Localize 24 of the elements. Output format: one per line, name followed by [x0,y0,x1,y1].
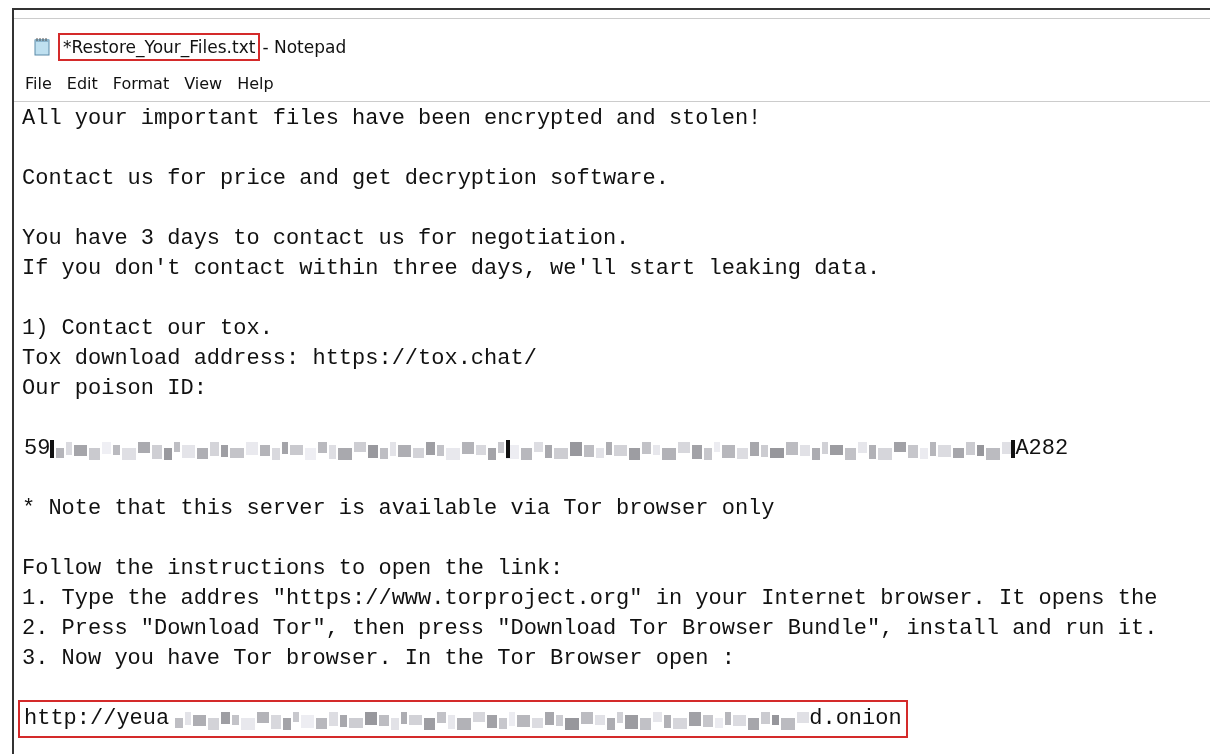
text-fragment: d.onion [809,705,902,733]
text-line: Tox download address: https://tox.chat/ [22,345,538,373]
window-title: - Notepad [262,36,347,57]
notepad-icon [32,36,52,57]
file-name: *Restore_Your_Files.txt [58,32,261,61]
menu-item[interactable]: File [24,74,53,93]
text-line: If you don't contact within three days, we'll start leaking data. [22,255,882,283]
menu-item[interactable]: View [183,74,224,93]
menu-item[interactable]: Edit [65,74,99,93]
text-line: * Note that this server is available via Tor browser only [22,495,776,523]
text-line: 3. Now you have Tor browser. In the Tor Browser open : [22,645,736,673]
text-line: All your important files have been encrypted and stolen! [22,105,763,133]
text-fragment: A282 [1015,435,1069,463]
text-fragment: http://yeua [24,705,170,733]
text-line: 2. Press "Download Tor", then press "Download Tor Browser Bundle", install and run it. [22,615,1159,643]
text-line: Follow the instructions to open the link: [22,555,565,583]
text-line: 1) Contact our tox. [22,315,274,343]
menu-item[interactable]: Help [236,74,275,93]
text-line: Contact us for price and get decryption software. [22,165,670,193]
text-line: 1. Type the addres "https://www.torproject.org" in your Internet browser. It opens the [22,585,1159,613]
text-fragment: 59 [24,435,51,463]
text-line: Our poison ID: [22,375,208,403]
text-line: You have 3 days to contact us for negotiation. [22,225,631,253]
menu-item[interactable]: Format [111,74,171,93]
